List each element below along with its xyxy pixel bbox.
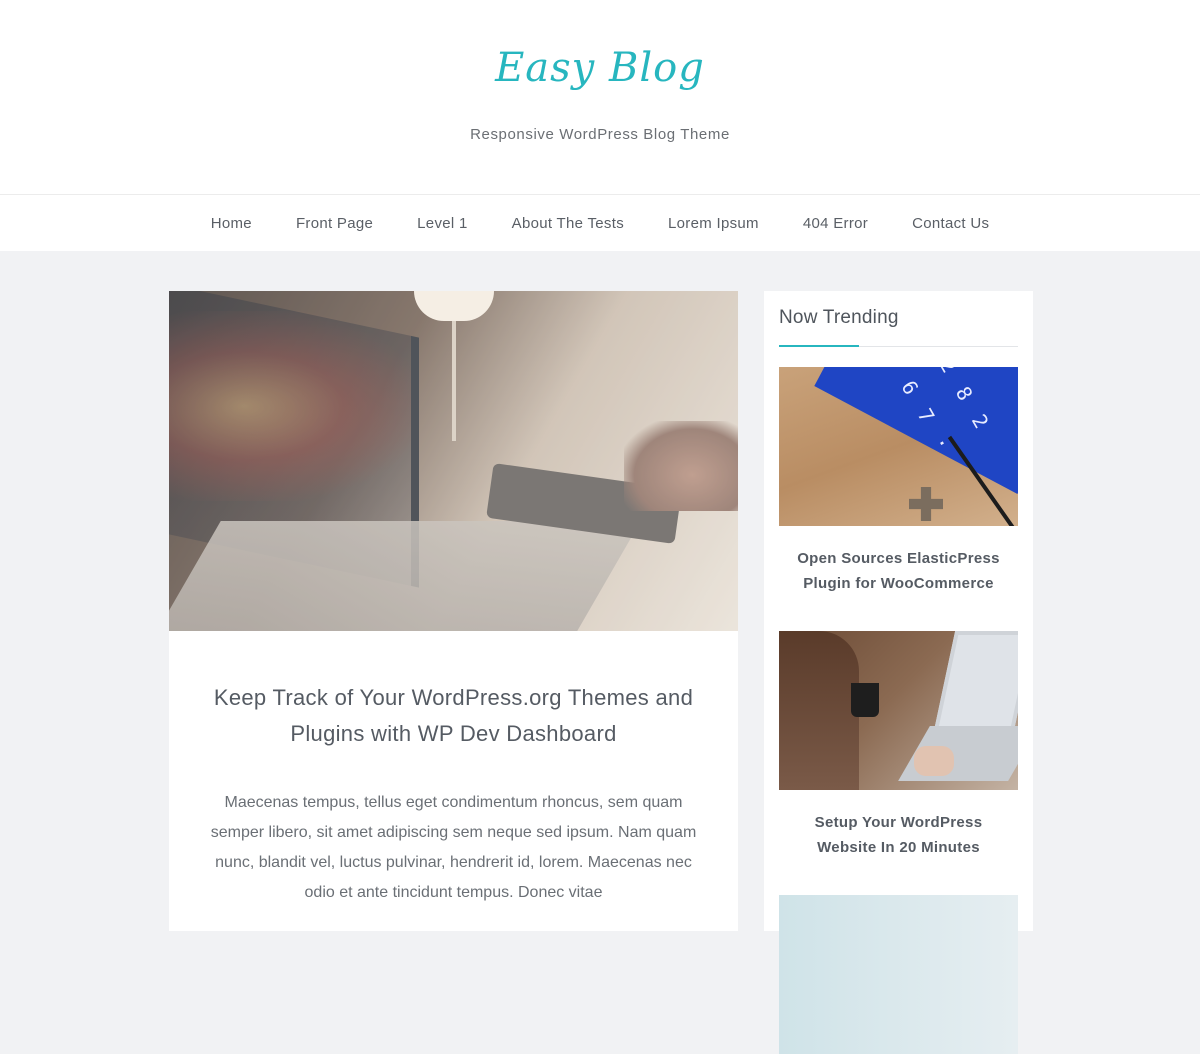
site-header: Easy Blog Responsive WordPress Blog Them… <box>0 0 1200 194</box>
cross-object <box>909 487 943 521</box>
trending-item: Setup Your WordPress Website In 20 Minut… <box>779 631 1018 860</box>
post-title[interactable]: Keep Track of Your WordPress.org Themes … <box>169 680 738 752</box>
trending-item <box>779 895 1018 1054</box>
trending-item: 0 2 8 2 08 6 7 · Open Sources ElasticPre… <box>779 367 1018 596</box>
widget-title-divider <box>779 345 1018 347</box>
image-overlay <box>169 291 738 631</box>
trending-item-thumbnail[interactable]: 0 2 8 2 08 6 7 · <box>779 367 1018 526</box>
post-card: Keep Track of Your WordPress.org Themes … <box>169 291 738 931</box>
widget-title: Now Trending <box>779 307 899 328</box>
site-tagline: Responsive WordPress Blog Theme <box>470 126 730 143</box>
trending-item-title[interactable]: Open Sources ElasticPress Plugin for Woo… <box>779 526 1018 596</box>
nav-item-contact-us[interactable]: Contact Us <box>890 215 1011 232</box>
post-featured-image[interactable] <box>169 291 738 631</box>
hand <box>914 746 954 776</box>
nav-item-lorem-ipsum[interactable]: Lorem Ipsum <box>646 215 781 232</box>
nav-item-front-page[interactable]: Front Page <box>274 215 395 232</box>
sidebar-widget-now-trending: Now Trending 0 2 8 2 08 6 7 · Open Sourc… <box>764 291 1033 1054</box>
trending-item-thumbnail[interactable] <box>779 895 1018 1054</box>
nav-item-about-the-tests[interactable]: About The Tests <box>490 215 646 232</box>
laptop-screen <box>932 631 1018 736</box>
nav-item-level-1[interactable]: Level 1 <box>395 215 489 232</box>
post-excerpt: Maecenas tempus, tellus eget condimentum… <box>210 794 697 901</box>
trending-item-title[interactable]: Setup Your WordPress Website In 20 Minut… <box>779 790 1018 860</box>
coffee-cup <box>851 683 879 717</box>
site-title[interactable]: Easy Blog <box>0 38 1200 98</box>
trending-item-thumbnail[interactable] <box>779 631 1018 790</box>
nav-item-home[interactable]: Home <box>189 215 274 232</box>
widget-title-accent <box>779 345 859 347</box>
person <box>779 631 859 790</box>
nav-item-404-error[interactable]: 404 Error <box>781 215 890 232</box>
main-navigation: Home Front Page Level 1 About The Tests … <box>0 194 1200 251</box>
